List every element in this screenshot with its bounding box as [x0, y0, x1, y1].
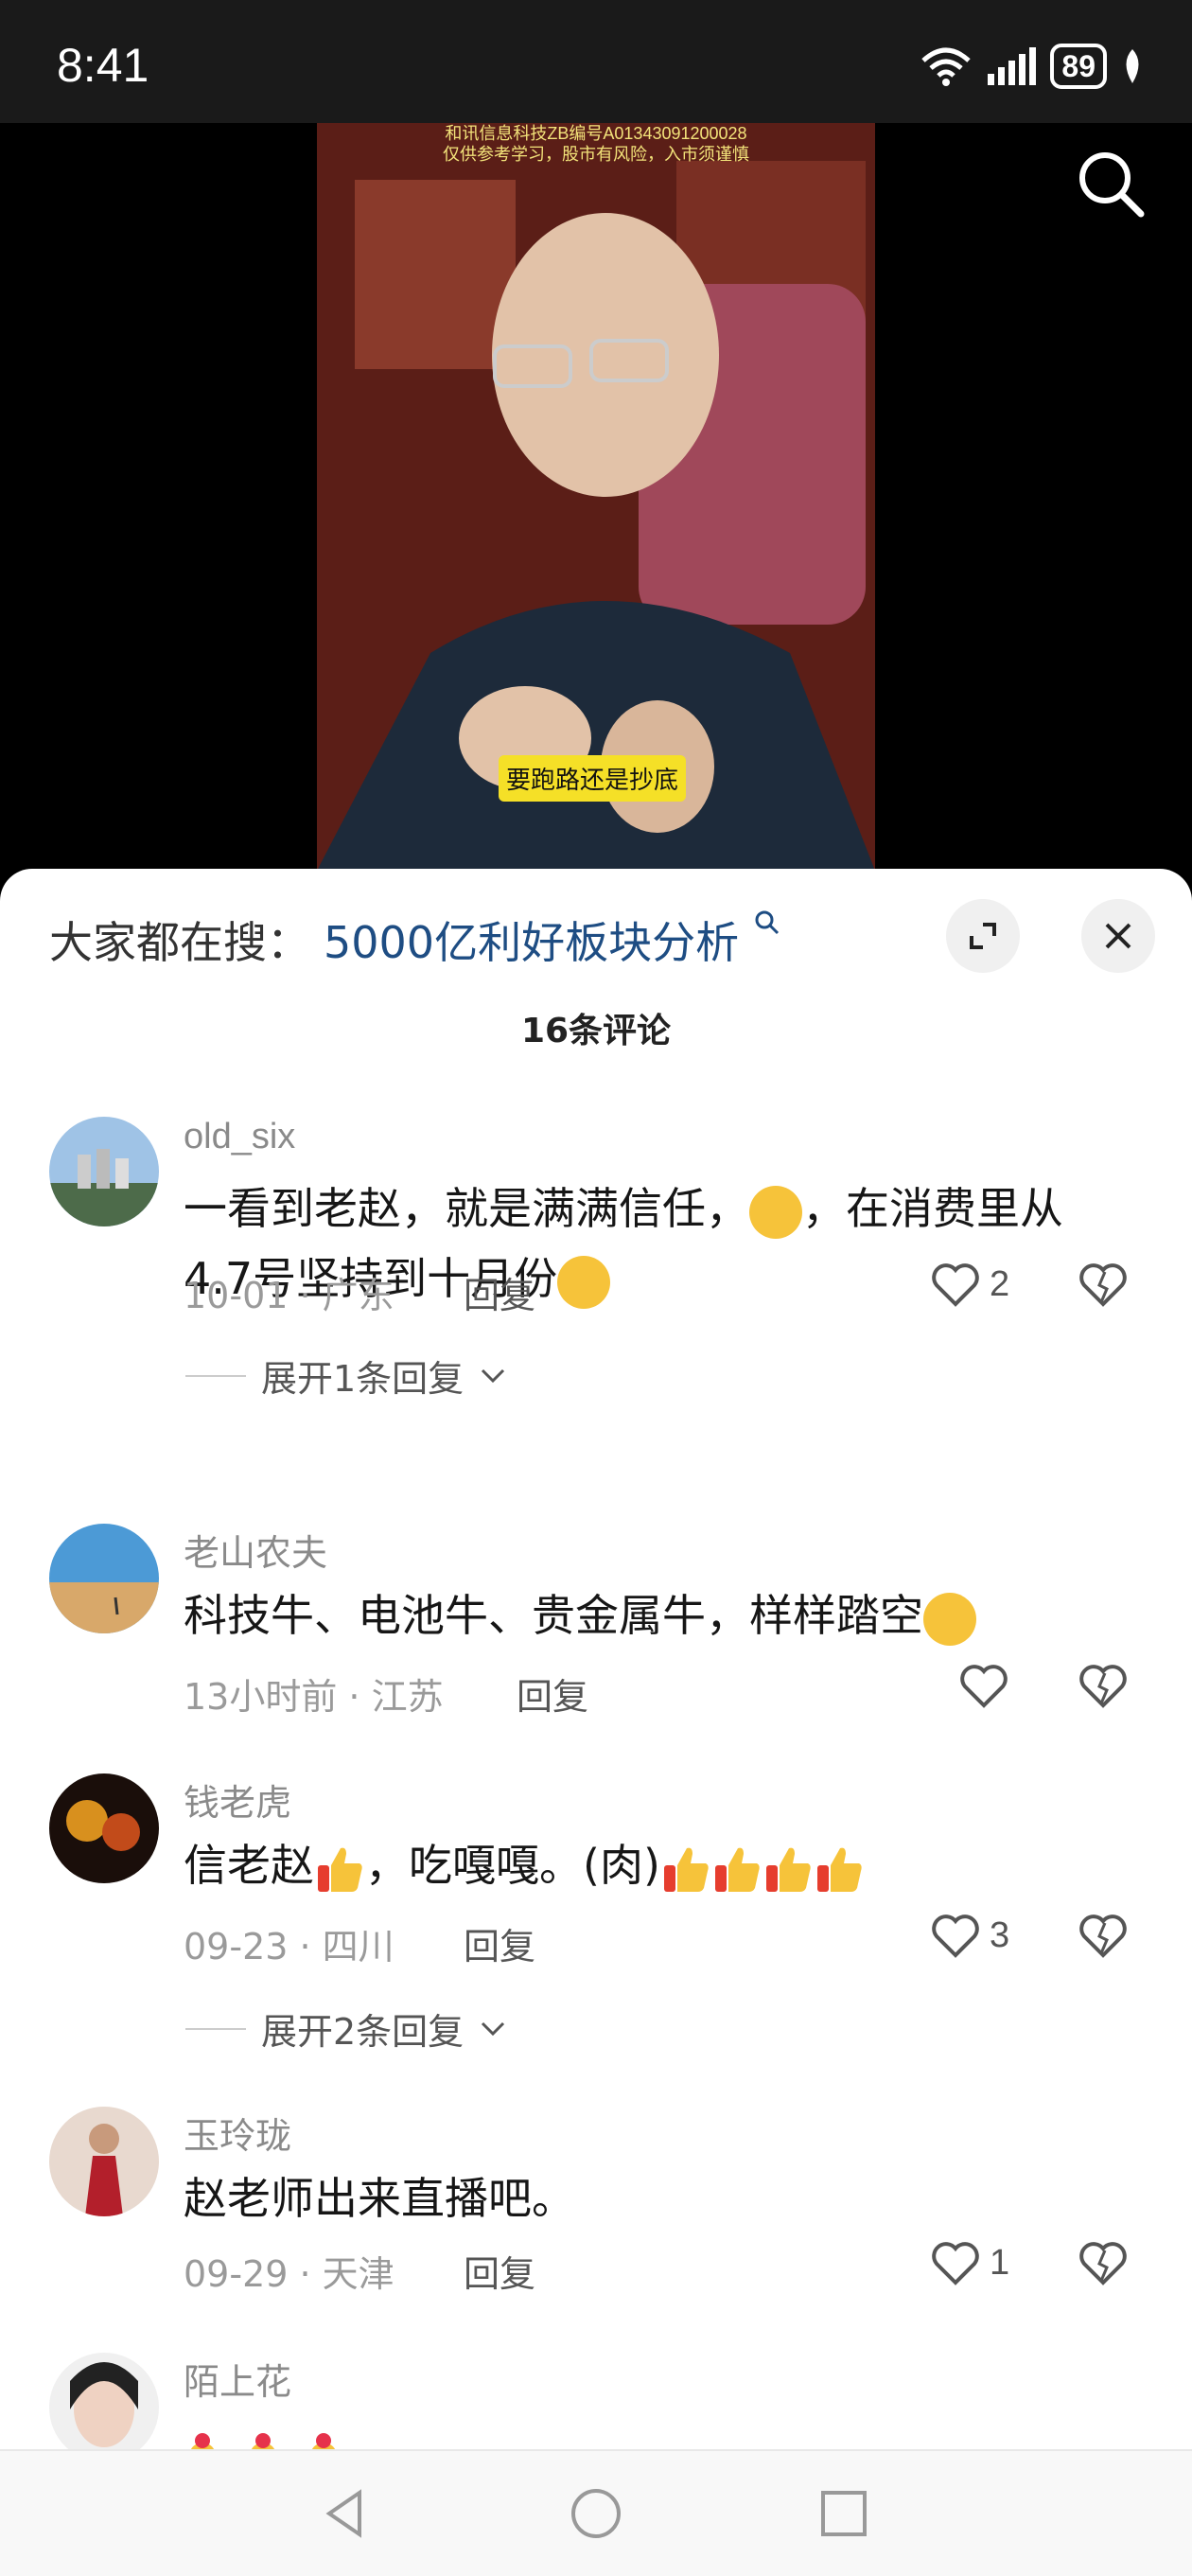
avatar[interactable]	[49, 1117, 159, 1226]
expand-icon	[970, 923, 996, 949]
username[interactable]: 老山农夫	[184, 1524, 327, 1576]
status-time: 8:41	[57, 39, 149, 92]
reply-button[interactable]: 回复	[464, 1266, 535, 1318]
dislike-heart-icon	[1079, 1263, 1127, 1307]
trending-search-link[interactable]: 5000亿利好板块分析	[324, 909, 781, 971]
dislike-button[interactable]	[1078, 1662, 1128, 1713]
recents-nav-icon[interactable]	[815, 2485, 872, 2542]
thumbs-up-emoji-icon	[711, 1843, 763, 1896]
wifi-icon	[921, 47, 972, 86]
dislike-heart-icon	[1079, 1914, 1127, 1958]
leaf-icon	[1126, 49, 1139, 83]
comment-meta: 09-23 · 四川	[184, 1926, 394, 1967]
comment-meta: 09-29 · 天津	[184, 2253, 394, 2295]
home-nav-icon[interactable]	[568, 2485, 624, 2542]
expand-button[interactable]	[946, 899, 1020, 973]
chevron-down-icon	[482, 1368, 505, 1383]
reply-button[interactable]: 回复	[464, 2245, 535, 2297]
username[interactable]: 钱老虎	[184, 1773, 291, 1826]
heart-icon	[960, 1665, 1008, 1708]
thumbs-up-emoji-icon	[660, 1843, 711, 1896]
close-button[interactable]	[1081, 899, 1155, 973]
video-frame: 和讯信息科技ZB编号A01343091200028 仅供参考学习，股市有风险，入…	[317, 123, 875, 871]
search-button[interactable]	[1069, 142, 1154, 227]
thumbs-up-emoji-icon	[314, 1843, 365, 1896]
heart-icon	[932, 1263, 979, 1307]
divider	[185, 1374, 246, 1377]
back-nav-icon[interactable]	[318, 2485, 375, 2542]
comment-item: 钱老虎 信老赵 ，吃嘎嘎。(肉) 09-23 · 四川 回复 3 展开2条回复	[0, 1773, 1192, 2114]
heart-hands-emoji-icon	[190, 2433, 336, 2449]
video-disclaimer: 和讯信息科技ZB编号A01343091200028 仅供参考学习，股市有风险，入…	[443, 124, 749, 164]
status-bar: 8:41 89	[0, 0, 1192, 123]
username[interactable]: 陌上花	[184, 2353, 291, 2405]
heart-icon	[932, 1914, 979, 1958]
username[interactable]: 玉玲珑	[184, 2107, 291, 2159]
comment-item: 玉玲珑 赵老师出来直播吧。 09-29 · 天津 回复 1	[0, 2107, 1192, 2315]
reply-button[interactable]: 回复	[464, 1917, 535, 1969]
comment-text	[184, 2415, 1130, 2449]
signal-icon	[988, 47, 1037, 85]
comment-text: 科技牛、电池牛、贵金属牛，样样踏空	[184, 1580, 1130, 1650]
close-icon	[1105, 923, 1131, 949]
expand-replies-button[interactable]: 展开2条回复	[185, 2003, 507, 2055]
like-button[interactable]: 2	[931, 1261, 1009, 1308]
comment-meta: 10-01 · 广东	[184, 1275, 394, 1316]
dislike-button[interactable]	[1078, 1912, 1128, 1963]
like-count: 2	[990, 1263, 1010, 1304]
comment-text: 信老赵 ，吃嘎嘎。(肉)	[184, 1830, 1130, 1900]
comment-sheet: 大家都在搜： 5000亿利好板块分析 16条评论 old_six 一看到老赵，就…	[0, 869, 1192, 2449]
video-caption: 要跑路还是抄底	[499, 755, 687, 802]
dislike-heart-icon	[1079, 1665, 1127, 1708]
comment-item: 老山农夫 科技牛、电池牛、贵金属牛，样样踏空 13小时前 · 江苏 回复	[0, 1524, 1192, 1732]
username[interactable]: old_six	[184, 1117, 295, 1157]
trending-label: 大家都在搜：	[49, 917, 310, 968]
trending-query: 5000亿利好板块分析	[324, 917, 740, 968]
comment-meta: 13小时前 · 江苏	[184, 1676, 444, 1718]
reply-button[interactable]: 回复	[517, 1667, 588, 1720]
comment-count: 16条评论	[520, 1012, 672, 1050]
video-player[interactable]: 和讯信息科技ZB编号A01343091200028 仅供参考学习，股市有风险，入…	[0, 123, 1192, 871]
like-count: 1	[990, 2242, 1010, 2283]
avatar[interactable]	[49, 1524, 159, 1633]
dislike-button[interactable]	[1078, 2239, 1128, 2290]
avatar[interactable]	[49, 2107, 159, 2216]
like-button[interactable]: 1	[931, 2239, 1009, 2286]
comment-text: 赵老师出来直播吧。	[184, 2173, 575, 2224]
divider	[185, 2027, 246, 2030]
small-search-icon	[755, 910, 779, 935]
avatar[interactable]	[49, 1773, 159, 1883]
dislike-button[interactable]	[1078, 1261, 1128, 1312]
avatar[interactable]	[49, 2353, 159, 2449]
crying-emoji-icon	[923, 1592, 976, 1646]
expand-replies-button[interactable]: 展开1条回复	[185, 1350, 507, 1402]
heart-icon	[932, 2242, 979, 2285]
chevron-down-icon	[482, 2021, 505, 2036]
thumbs-up-emoji-icon	[763, 1843, 814, 1896]
status-icons: 89	[920, 44, 1145, 89]
like-button[interactable]: 3	[931, 1912, 1009, 1959]
search-icon	[1079, 152, 1145, 218]
dislike-heart-icon	[1079, 2242, 1127, 2285]
comment-item: old_six 一看到老赵，就是满满信任， ，在消费里从 4.7号坚持到十月份 1…	[0, 1117, 1192, 1438]
grin-emoji-icon	[557, 1255, 611, 1309]
thumbs-up-emoji-icon	[814, 1843, 865, 1896]
battery-indicator: 89	[1050, 44, 1107, 89]
comment-item: 陌上花	[0, 2353, 1192, 2449]
like-button[interactable]	[959, 1662, 1008, 1709]
smirk-emoji-icon	[749, 1185, 802, 1239]
like-count: 3	[990, 1914, 1010, 1955]
system-nav-bar	[0, 2449, 1192, 2576]
